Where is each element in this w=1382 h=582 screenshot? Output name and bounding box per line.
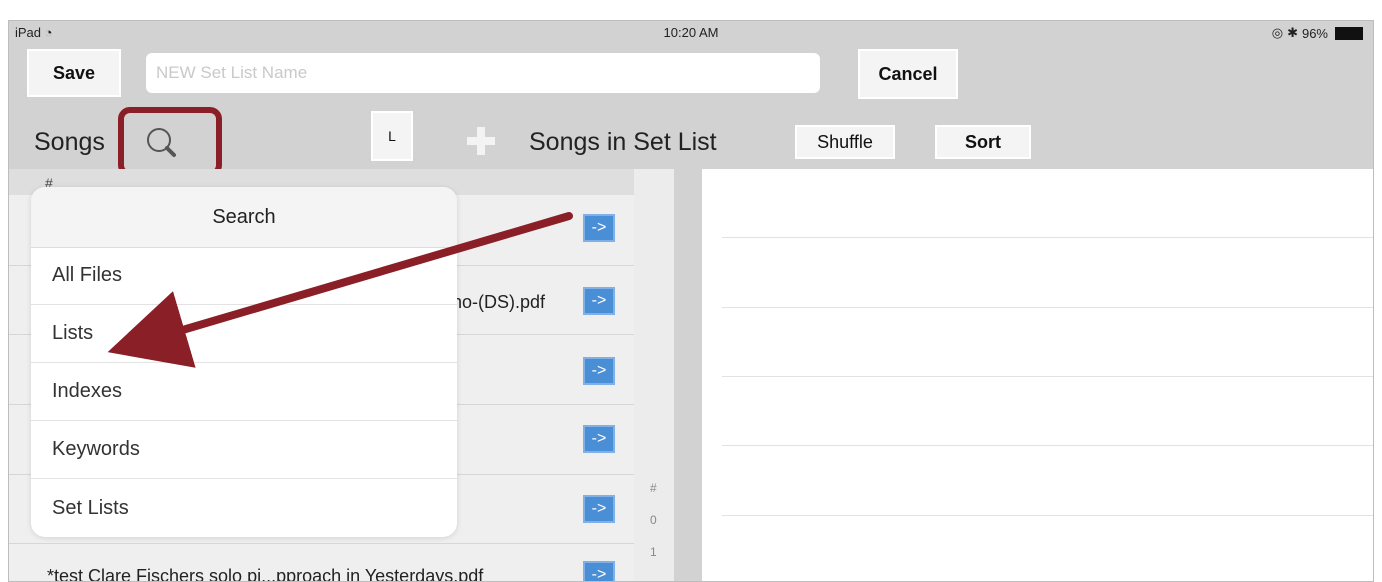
location-icon: ◎ <box>1271 25 1284 40</box>
cancel-button-label: Cancel <box>878 63 938 84</box>
letter-l-label: L <box>388 128 396 144</box>
set-list-divider <box>722 237 1373 238</box>
ipad-screen: iPad ◔ 10:20 AM ◎ ✱ 96% Save Cancel Song… <box>8 20 1374 582</box>
set-list-divider <box>722 445 1373 446</box>
add-song-button[interactable]: -> <box>583 561 615 582</box>
battery-icon <box>1335 26 1363 40</box>
arrow-label: -> <box>591 566 607 582</box>
status-bar: iPad ◔ 10:20 AM ◎ ✱ 96% <box>9 21 1373 43</box>
search-option-all-files[interactable]: All Files <box>31 247 457 305</box>
row-divider <box>9 543 634 544</box>
battery-percent: 96% <box>1301 25 1328 41</box>
save-button[interactable]: Save <box>27 49 121 97</box>
search-option-set-lists[interactable]: Set Lists <box>31 479 457 537</box>
songs-in-set-list-label: Songs in Set List <box>529 128 717 156</box>
add-song-button[interactable]: -> <box>583 425 615 453</box>
shuffle-button[interactable]: Shuffle <box>795 125 895 159</box>
add-icon[interactable] <box>464 124 498 158</box>
status-right: ◎ ✱ 96% <box>1272 25 1363 41</box>
index-1[interactable]: 1 <box>650 545 657 559</box>
save-button-label: Save <box>52 62 96 83</box>
sort-button[interactable]: Sort <box>935 125 1031 159</box>
song-row-text[interactable]: *test Clare Fischers solo pi...pproach i… <box>47 566 483 581</box>
set-list-pane <box>702 169 1373 581</box>
search-option-lists[interactable]: Lists <box>31 305 457 363</box>
arrow-label: -> <box>591 219 607 236</box>
arrow-label: -> <box>591 362 607 379</box>
add-song-button[interactable]: -> <box>583 495 615 523</box>
search-popover-title: Search <box>31 187 457 248</box>
arrow-label: -> <box>591 292 607 309</box>
shuffle-label: Shuffle <box>817 131 873 152</box>
letter-l-button[interactable]: L <box>371 111 413 161</box>
index-0[interactable]: 0 <box>650 513 657 527</box>
arrow-label: -> <box>591 430 607 447</box>
sort-label: Sort <box>965 131 1001 152</box>
cancel-button[interactable]: Cancel <box>858 49 958 99</box>
search-option-keywords[interactable]: Keywords <box>31 421 457 479</box>
clock: 10:20 AM <box>663 25 719 40</box>
index-hash[interactable]: # <box>650 481 657 495</box>
songs-label: Songs <box>34 128 105 156</box>
set-list-name-input[interactable] <box>146 53 820 93</box>
song-row-text[interactable]: no-(DS).pdf <box>452 292 545 313</box>
add-song-button[interactable]: -> <box>583 287 615 315</box>
index-scrubber[interactable]: # 0 1 <box>634 169 674 581</box>
search-icon[interactable] <box>146 127 182 163</box>
set-list-divider <box>722 307 1373 308</box>
add-song-button[interactable]: -> <box>583 357 615 385</box>
search-option-indexes[interactable]: Indexes <box>31 363 457 421</box>
add-song-button[interactable]: -> <box>583 214 615 242</box>
search-popover: Search All Files Lists Indexes Keywords … <box>31 187 457 537</box>
arrow-label: -> <box>591 500 607 517</box>
set-list-divider <box>722 376 1373 377</box>
set-list-divider <box>722 515 1373 516</box>
bluetooth-icon: ✱ <box>1287 25 1298 40</box>
